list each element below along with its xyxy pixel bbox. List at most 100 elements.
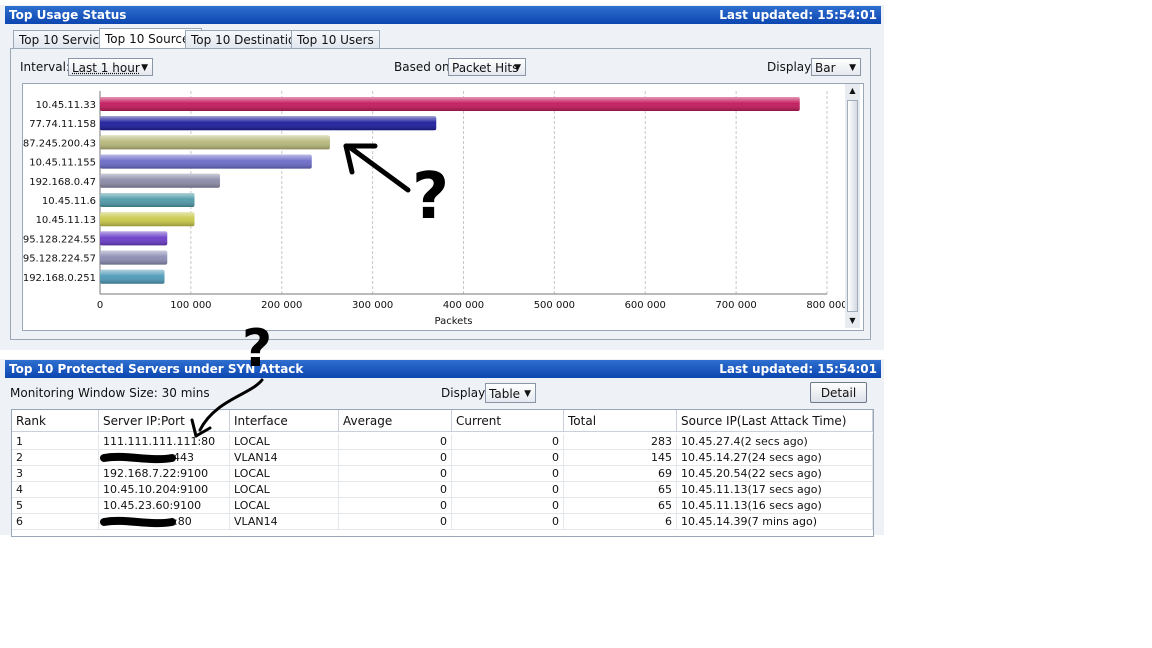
y-category-label: 10.45.11.6 <box>42 196 96 207</box>
scroll-down-icon[interactable]: ▼ <box>845 314 860 328</box>
cell-current: 0 <box>452 514 564 530</box>
bar-highlight <box>100 212 195 227</box>
display-select[interactable]: Bar ▼ <box>811 58 861 76</box>
bar-highlight <box>100 250 168 265</box>
cell-interface: VLAN14 <box>230 450 339 466</box>
bar-highlight <box>100 135 330 150</box>
cell-interface: LOCAL <box>230 434 339 450</box>
y-category-label: 95.128.224.57 <box>23 254 96 265</box>
cell-server: 10.45.10.204:9100 <box>99 482 230 498</box>
cell-average: 0 <box>339 466 452 482</box>
cell-server: 10.45.23.60:9100 <box>99 498 230 514</box>
y-category-label: 10.45.11.155 <box>29 158 96 169</box>
chevron-down-icon: ▼ <box>141 63 148 73</box>
interval-select[interactable]: Last 1 hour ▼ <box>68 58 153 76</box>
table-display-value: Table <box>489 387 521 401</box>
cell-source-ip: 10.45.14.27(24 secs ago) <box>677 450 873 466</box>
cell-total: 145 <box>564 450 677 466</box>
cell-server: 443 <box>99 450 230 466</box>
top-usage-title-bar: Top Usage Status Last updated: 15:54:01 <box>5 6 881 24</box>
chevron-down-icon: ▼ <box>514 63 521 73</box>
display-value: Bar <box>815 61 836 75</box>
cell-server: 192.168.7.22:9100 <box>99 466 230 482</box>
bar-highlight <box>100 231 168 246</box>
cell-source-ip: 10.45.11.13(16 secs ago) <box>677 498 873 514</box>
interval-label: Interval: <box>20 60 70 74</box>
column-header-current[interactable]: Current <box>452 410 564 432</box>
bar-chart: 0 100 000 200 000 300 000 400 000 500 000 600 … <box>23 91 848 327</box>
cell-rank: 5 <box>12 498 99 514</box>
bar-highlight <box>100 193 195 207</box>
cell-interface: LOCAL <box>230 466 339 482</box>
column-header-average[interactable]: Average <box>339 410 452 432</box>
cell-rank: 1 <box>12 434 99 450</box>
y-category-label: 95.128.224.55 <box>23 234 96 245</box>
table-display-label: Display: <box>441 386 489 400</box>
cell-server: :80 <box>99 514 230 530</box>
panel-title: Top 10 Protected Servers under SYN Attac… <box>9 362 304 376</box>
cell-current: 0 <box>452 466 564 482</box>
x-tick-label: 300 000 <box>352 300 393 311</box>
tab-top-10-users[interactable]: Top 10 Users <box>291 30 380 49</box>
column-header-server[interactable]: Server IP:Port <box>99 410 230 432</box>
cell-total: 65 <box>564 498 677 514</box>
cell-total: 283 <box>564 434 677 450</box>
chevron-down-icon: ▼ <box>524 389 531 399</box>
monitoring-window-label: Monitoring Window Size: 30 mins <box>10 386 210 400</box>
bar-highlight <box>100 154 312 169</box>
scrollbar-thumb[interactable] <box>847 100 858 312</box>
cell-current: 0 <box>452 450 564 466</box>
scroll-up-icon[interactable]: ▲ <box>845 84 860 98</box>
cell-average: 0 <box>339 514 452 530</box>
x-tick-label: 200 000 <box>261 300 302 311</box>
x-tick-label: 400 000 <box>443 300 484 311</box>
cell-average: 0 <box>339 434 452 450</box>
cell-total: 69 <box>564 466 677 482</box>
column-header-interface[interactable]: Interface <box>230 410 339 432</box>
cell-interface: VLAN14 <box>230 514 339 530</box>
cell-server: 111.111.111.111:80 <box>99 434 230 450</box>
x-axis-title: Packets <box>435 316 473 327</box>
cell-total: 65 <box>564 482 677 498</box>
cell-rank: 4 <box>12 482 99 498</box>
last-updated: Last updated: 15:54:01 <box>719 362 877 376</box>
based-on-label: Based on: <box>394 60 454 74</box>
cell-source-ip: 10.45.20.54(22 secs ago) <box>677 466 873 482</box>
table-display-select[interactable]: Table ▼ <box>485 383 536 403</box>
y-category-label: 77.74.11.158 <box>29 119 96 130</box>
cell-average: 0 <box>339 498 452 514</box>
cell-source-ip: 10.45.11.13(17 secs ago) <box>677 482 873 498</box>
bar-highlight <box>100 173 220 188</box>
y-category-label: 192.168.0.47 <box>29 177 96 188</box>
column-header-rank[interactable]: Rank <box>12 410 99 432</box>
cell-interface: LOCAL <box>230 482 339 498</box>
cell-average: 0 <box>339 450 452 466</box>
cell-interface: LOCAL <box>230 498 339 514</box>
chart-scrollbar[interactable]: ▲ ▼ <box>845 84 860 328</box>
cell-total: 6 <box>564 514 677 530</box>
cell-source-ip: 10.45.14.39(7 mins ago) <box>677 514 873 530</box>
detail-button[interactable]: Detail <box>810 382 867 403</box>
cell-current: 0 <box>452 482 564 498</box>
bar-highlight <box>100 269 165 284</box>
chevron-down-icon: ▼ <box>849 63 856 73</box>
y-category-label: 10.45.11.33 <box>36 100 96 111</box>
interval-value: Last 1 hour <box>72 61 140 75</box>
cell-current: 0 <box>452 498 564 514</box>
column-header-total[interactable]: Total <box>564 410 677 432</box>
y-category-label: 87.245.200.43 <box>23 138 96 149</box>
column-header-source-ip[interactable]: Source IP(Last Attack Time) <box>677 410 873 432</box>
panel-title: Top Usage Status <box>9 8 127 22</box>
bar-highlight <box>100 116 437 131</box>
y-category-label: 10.45.11.13 <box>36 215 96 226</box>
based-on-select[interactable]: Packet Hits ▼ <box>448 58 526 76</box>
bar-highlight <box>100 97 800 111</box>
x-tick-label: 600 000 <box>625 300 666 311</box>
x-tick-label: 100 000 <box>170 300 211 311</box>
cell-average: 0 <box>339 482 452 498</box>
cell-current: 0 <box>452 434 564 450</box>
cell-rank: 3 <box>12 466 99 482</box>
cell-rank: 2 <box>12 450 99 466</box>
based-on-value: Packet Hits <box>452 61 519 75</box>
cell-source-ip: 10.45.27.4(2 secs ago) <box>677 434 873 450</box>
